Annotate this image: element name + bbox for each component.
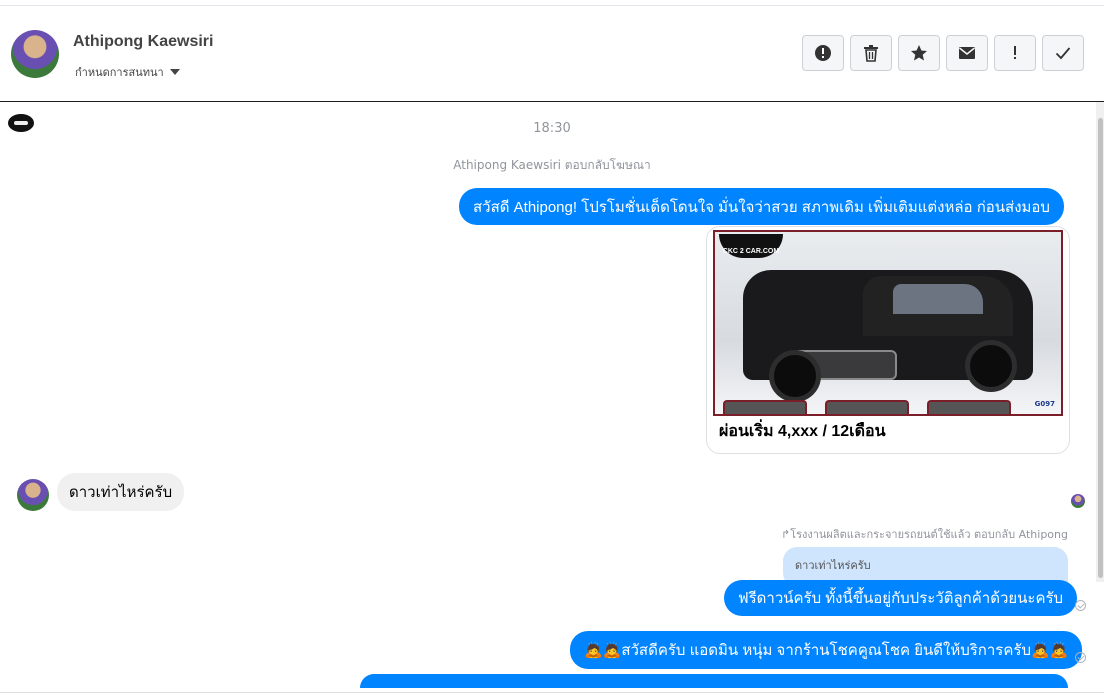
sent-status-icon [1075, 652, 1086, 663]
exclamation-icon [1014, 46, 1016, 59]
envelope-icon [959, 47, 975, 59]
important-button[interactable] [994, 35, 1036, 71]
outgoing-message-greeting[interactable]: สวัสดี Athipong! โปรโมชั่นเด็ดโดนใจ มั่น… [459, 188, 1064, 225]
sender-avatar[interactable] [17, 479, 49, 511]
card-title: ผ่อนเริ่ม 4,xxx / 12เดือน [719, 423, 886, 440]
done-button[interactable] [1042, 35, 1084, 71]
mark-unread-button[interactable] [946, 35, 988, 71]
car-image: CKC 2 CAR.COM G097 [713, 230, 1063, 416]
dealer-logo: CKC 2 CAR.COM [719, 234, 783, 258]
ad-card[interactable]: CKC 2 CAR.COM G097 ผ่อนเริ่ม 4,xxx / 12เ… [706, 226, 1070, 454]
spam-button[interactable] [802, 35, 844, 71]
trash-icon [864, 45, 878, 62]
scrollbar-thumb[interactable] [1098, 118, 1103, 578]
incoming-message[interactable]: ดาวเท่าไหร่ครับ [57, 473, 185, 511]
star-button[interactable] [898, 35, 940, 71]
outgoing-message-welcome[interactable]: 🙇🙇สวัสดีครับ แอดมิน หนุ่ม จากร้านโชคคูณโ… [570, 631, 1083, 669]
seen-avatar [1071, 494, 1085, 508]
conversation-header: Athipong Kaewsiri กำหนดการสนทนา [0, 6, 1104, 102]
conversation-label-dropdown[interactable]: กำหนดการสนทนา [75, 63, 180, 81]
sent-status-icon [1075, 600, 1086, 611]
conversation-label: กำหนดการสนทนา [75, 66, 164, 79]
delete-button[interactable] [850, 35, 892, 71]
alert-circle-icon [815, 45, 831, 61]
image-code: G097 [1034, 400, 1055, 408]
star-icon [911, 45, 927, 61]
contact-name[interactable]: Athipong Kaewsiri [73, 33, 213, 51]
message-timestamp: 18:30 [533, 121, 571, 136]
image-thumbnail-strip [723, 400, 1011, 414]
contact-avatar[interactable] [11, 30, 59, 78]
outgoing-message-partial[interactable] [360, 674, 1068, 688]
action-toolbar [802, 35, 1084, 71]
check-icon [1055, 47, 1071, 60]
ad-reply-notice: Athipong Kaewsiri ตอบกลับโฆษณา [453, 158, 651, 172]
caret-down-icon [169, 69, 180, 75]
reply-meta: ↱โรงงานผลิตและกระจายรถยนต์ใช้แล้ว ตอบกลั… [780, 528, 1068, 541]
outgoing-message-answer[interactable]: ฟรีดาวน์ครับ ทั้งนี้ขึ้นอยู่กับประวัติลู… [724, 580, 1078, 616]
